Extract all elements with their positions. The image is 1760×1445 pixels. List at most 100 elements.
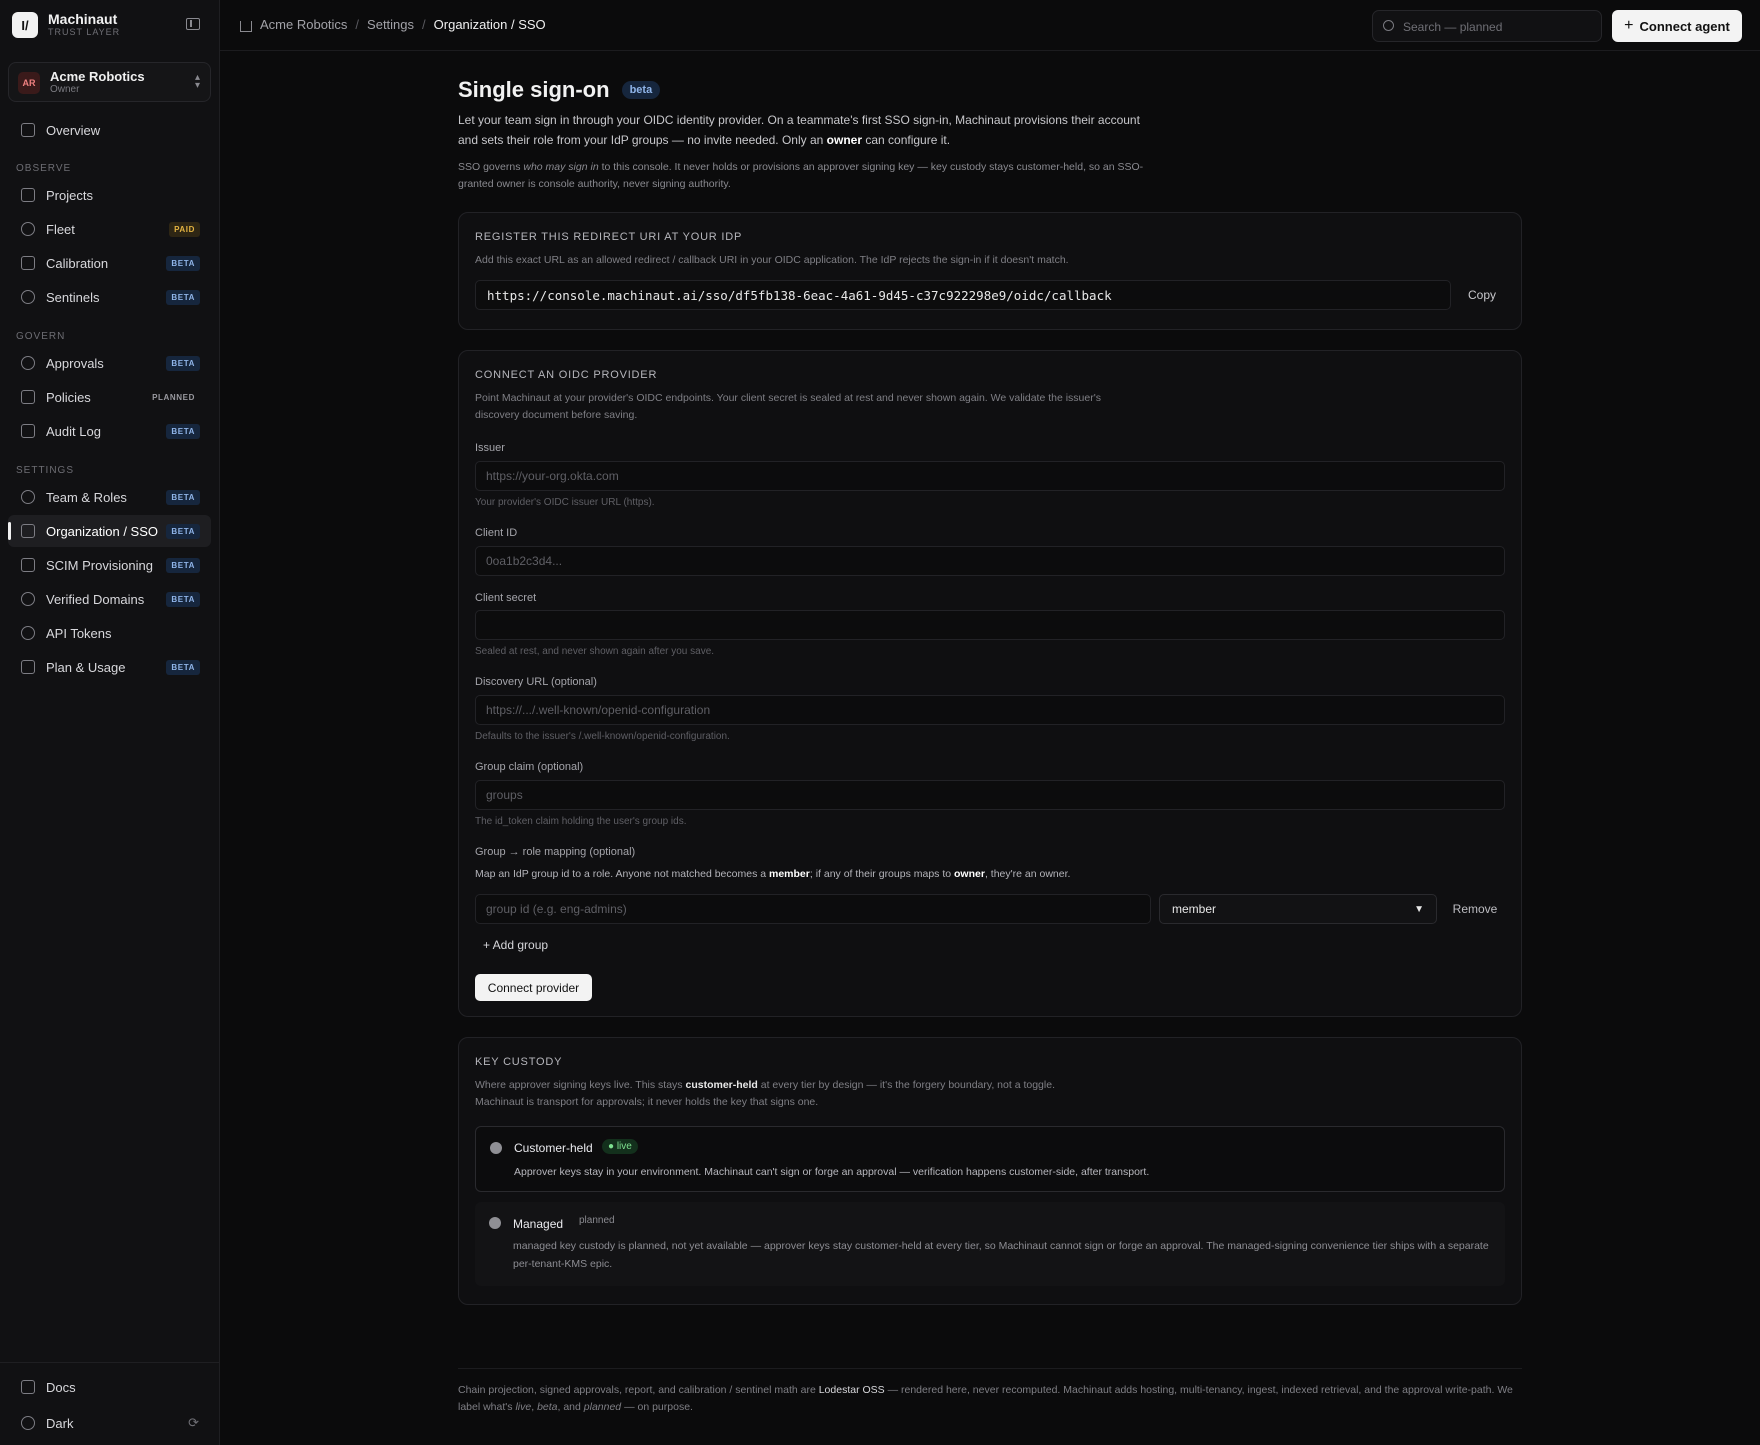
sidebar-item-label: Projects — [46, 187, 93, 203]
redirect-uri-field[interactable]: https://console.machinaut.ai/sso/df5fb13… — [475, 280, 1451, 310]
section-govern: GOVERN — [16, 331, 66, 342]
group-claim-input[interactable] — [475, 780, 1505, 810]
sidebar-item-api-tokens[interactable]: API Tokens — [8, 617, 211, 649]
sidebar-footer — [0, 1362, 220, 1363]
custody-option-customer-held[interactable]: Customer-held ● live Approver keys stay … — [475, 1126, 1505, 1192]
breadcrumb-settings[interactable]: Settings — [367, 17, 414, 32]
issuer-input[interactable] — [475, 461, 1505, 491]
sidebar-item-approvals[interactable]: Approvals BETA — [8, 347, 211, 379]
sidebar-item-label: Verified Domains — [46, 591, 145, 607]
home-icon[interactable] — [240, 21, 252, 32]
breadcrumb-org[interactable]: Acme Robotics — [260, 17, 347, 32]
radio-icon[interactable] — [490, 1142, 502, 1154]
sidebar-item-docs[interactable]: Docs — [8, 1371, 211, 1403]
live-badge-text: live — [616, 1141, 632, 1152]
sidebar-item-team-roles[interactable]: Team & Roles BETA — [8, 481, 211, 513]
status-badge: BETA — [166, 355, 200, 371]
remove-mapping-button[interactable]: Remove — [1437, 894, 1513, 924]
custody-desc-text: Where approver signing keys live. This s… — [475, 1079, 686, 1091]
copy-button[interactable]: Copy — [1451, 280, 1513, 310]
hint-text: , they're an owner. — [984, 868, 1071, 880]
client-secret-label: Client secret — [475, 592, 537, 604]
folder-icon — [21, 188, 35, 202]
users-icon — [21, 490, 35, 504]
mapping-hint: Map an IdP group id to a role. Anyone no… — [475, 868, 1070, 880]
discovery-input[interactable] — [475, 695, 1505, 725]
sidebar-item-audit-log[interactable]: Audit Log BETA — [8, 415, 211, 447]
discovery-help: Defaults to the issuer's /.well-known/op… — [475, 731, 730, 742]
option-description: Approver keys stay in your environment. … — [514, 1166, 1150, 1178]
section-observe: OBSERVE — [16, 163, 72, 174]
app-name: Machinaut — [48, 11, 118, 27]
page-footer: Chain projection, signed approvals, repo… — [458, 1368, 1522, 1416]
card-description: Add this exact URL as an allowed redirec… — [475, 254, 1069, 266]
breadcrumb-current: Organization / SSO — [433, 17, 546, 32]
sidebar-item-overview[interactable]: Overview — [8, 114, 211, 146]
group-id-input[interactable] — [475, 894, 1151, 924]
machinaut-logo-icon: I/ — [12, 12, 38, 38]
sidebar-item-label: Overview — [46, 122, 101, 138]
connect-agent-button[interactable]: + Connect agent — [1612, 10, 1742, 42]
page-title-text: Single sign-on — [458, 77, 610, 102]
globe-icon — [21, 592, 35, 606]
custody-desc-text: at every tier by design — it's the forge… — [757, 1079, 1055, 1091]
org-role: Owner — [50, 84, 80, 95]
planned-tag: planned — [579, 1215, 615, 1226]
sidebar-item-fleet[interactable]: Fleet PAID — [8, 213, 211, 245]
sidebar-item-projects[interactable]: Projects — [8, 179, 211, 211]
search-input[interactable] — [1403, 17, 1593, 37]
breadcrumb: Acme Robotics / Settings / Organization … — [240, 17, 546, 32]
beta-badge: beta — [621, 81, 661, 99]
custody-desc-bold: customer-held — [685, 1079, 758, 1091]
sidebar-item-policies[interactable]: Policies PLANNED — [8, 381, 211, 413]
clipboard-icon — [21, 424, 35, 438]
key-custody-card: KEY CUSTODY Where approver signing keys … — [458, 1037, 1522, 1305]
sidebar: I/ Machinaut TRUST LAYER AR Acme Robotic… — [0, 0, 220, 1445]
org-avatar: AR — [18, 72, 40, 94]
issuer-label: Issuer — [475, 442, 505, 454]
sidebar-item-label: Organization / SSO — [46, 523, 158, 539]
sliders-icon — [21, 256, 35, 270]
footer-em: live — [515, 1401, 532, 1413]
sidebar-item-plan-usage[interactable]: Plan & Usage BETA — [8, 651, 211, 683]
brand[interactable]: I/ Machinaut TRUST LAYER — [12, 12, 120, 38]
plus-icon: + — [1624, 17, 1634, 34]
status-badge: BETA — [166, 591, 200, 607]
grid-icon — [21, 123, 35, 137]
role-select[interactable]: member ▼ — [1159, 894, 1437, 924]
sidebar-item-calibration[interactable]: Calibration BETA — [8, 247, 211, 279]
sidebar-item-label: Policies — [46, 389, 91, 405]
sidebar-item-organization-sso[interactable]: Organization / SSO BETA — [8, 515, 211, 547]
client-id-label: Client ID — [475, 527, 518, 539]
chevron-down-icon: ▼ — [1414, 903, 1424, 915]
org-switcher[interactable]: AR Acme Robotics Owner ▴ ▾ — [8, 62, 211, 102]
sidebar-item-scim-provisioning[interactable]: SCIM Provisioning BETA — [8, 549, 211, 581]
sidebar-item-sentinels[interactable]: Sentinels BETA — [8, 281, 211, 313]
card-description: Point Machinaut at your provider's OIDC … — [475, 392, 1101, 421]
card-heading: CONNECT AN OIDC PROVIDER — [475, 369, 658, 381]
intro-owner: owner — [826, 133, 862, 147]
group-claim-label: Group claim (optional) — [475, 761, 584, 773]
hint-text: Map an IdP group id to a role. Anyone no… — [475, 868, 769, 880]
sidebar-collapse-icon[interactable] — [186, 18, 200, 30]
theme-toggle[interactable]: Dark ⟳ — [8, 1407, 211, 1439]
lodestar-link[interactable]: Lodestar OSS — [819, 1384, 885, 1396]
footer-em: beta — [537, 1401, 558, 1413]
status-badge: BETA — [166, 255, 200, 271]
sidebar-item-verified-domains[interactable]: Verified Domains BETA — [8, 583, 211, 615]
check-circle-icon — [21, 356, 35, 370]
connect-provider-button[interactable]: Connect provider — [475, 974, 592, 1001]
moon-icon — [21, 1416, 35, 1430]
radio-icon — [489, 1217, 501, 1229]
page-intro: Let your team sign in through your OIDC … — [458, 110, 1148, 150]
add-group-button[interactable]: + Add group — [475, 935, 556, 955]
custody-desc-text: Machinaut is transport for approvals; it… — [475, 1096, 819, 1108]
client-id-input[interactable] — [475, 546, 1505, 576]
hint-member: member — [769, 868, 810, 880]
status-badge: PAID — [169, 221, 200, 237]
search-box[interactable] — [1372, 10, 1602, 42]
refresh-icon[interactable]: ⟳ — [188, 1415, 199, 1431]
app-subtitle: TRUST LAYER — [48, 27, 121, 37]
client-secret-input[interactable] — [475, 610, 1505, 640]
status-badge: BETA — [166, 489, 200, 505]
